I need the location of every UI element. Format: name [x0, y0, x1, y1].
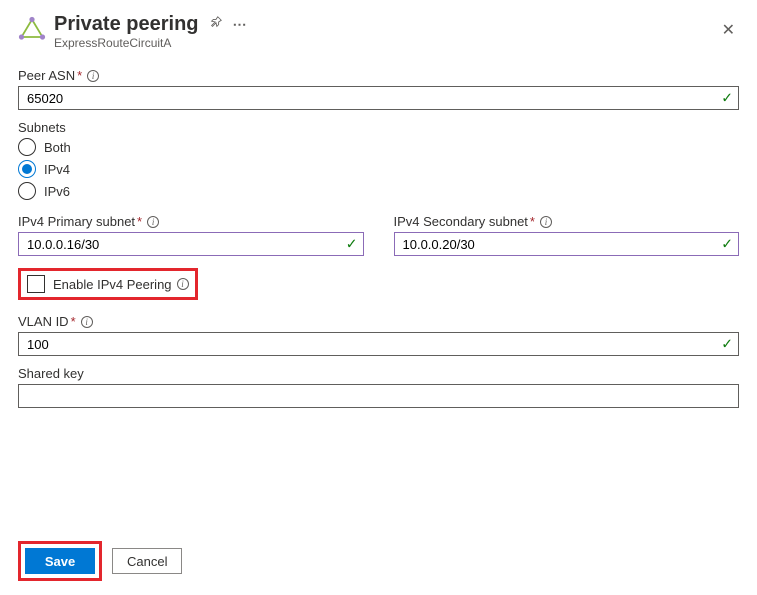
subnets-radio-ipv6[interactable]: IPv6 [18, 182, 739, 200]
info-icon[interactable]: i [177, 278, 189, 290]
more-icon[interactable]: ⋯ [233, 12, 247, 36]
enable-ipv4-peering-row[interactable]: Enable IPv4 Peering i [18, 268, 198, 300]
info-icon[interactable]: i [87, 70, 99, 82]
shared-key-input[interactable] [18, 384, 739, 408]
peering-icon [18, 16, 46, 44]
cancel-button[interactable]: Cancel [112, 548, 182, 574]
vlan-id-label: VLAN ID* i [18, 314, 739, 329]
ipv4-primary-input[interactable] [18, 232, 364, 256]
page-title: Private peering [54, 12, 199, 36]
vlan-id-input[interactable] [18, 332, 739, 356]
pin-icon[interactable] [209, 12, 223, 36]
enable-ipv4-checkbox[interactable] [27, 275, 45, 293]
peer-asn-label: Peer ASN* i [18, 68, 739, 83]
page-subtitle: ExpressRouteCircuitA [54, 36, 718, 50]
subnets-label: Subnets [18, 120, 739, 135]
ipv4-secondary-input[interactable] [394, 232, 740, 256]
info-icon[interactable]: i [147, 216, 159, 228]
info-icon[interactable]: i [540, 216, 552, 228]
shared-key-label: Shared key [18, 366, 739, 381]
ipv4-secondary-label: IPv4 Secondary subnet* i [394, 214, 740, 229]
close-icon[interactable]: ✕ [718, 16, 739, 44]
peer-asn-input[interactable] [18, 86, 739, 110]
subnets-radio-ipv4[interactable]: IPv4 [18, 160, 739, 178]
save-button[interactable]: Save [25, 548, 95, 574]
info-icon[interactable]: i [81, 316, 93, 328]
subnets-radio-both[interactable]: Both [18, 138, 739, 156]
enable-ipv4-label: Enable IPv4 Peering [53, 277, 172, 292]
ipv4-primary-label: IPv4 Primary subnet* i [18, 214, 364, 229]
panel-header: Private peering ⋯ ExpressRouteCircuitA ✕ [18, 12, 739, 50]
